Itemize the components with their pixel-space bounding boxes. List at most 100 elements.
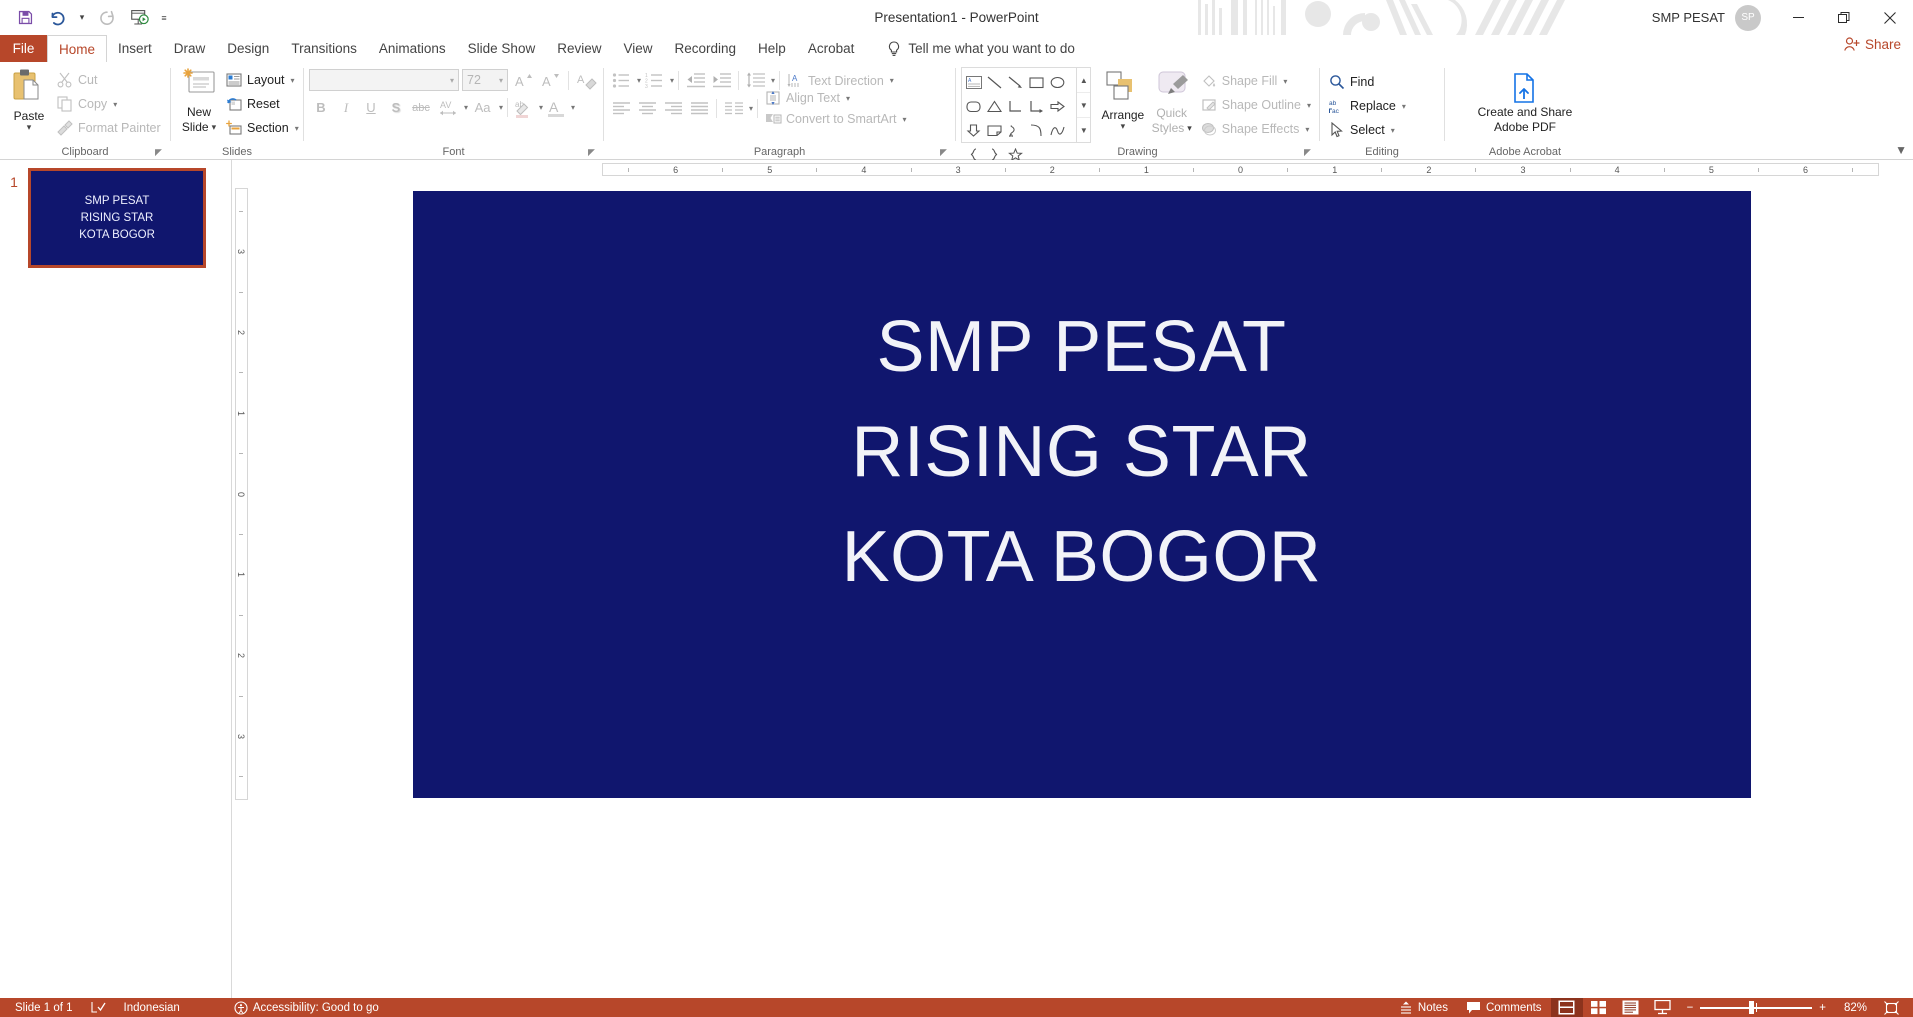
shape-fill-dropdown-icon[interactable]: ▾ <box>1283 77 1287 86</box>
undo-dropdown-icon[interactable]: ▾ <box>74 5 90 31</box>
text-highlight-color-button[interactable]: ab <box>512 96 536 119</box>
character-spacing-button[interactable]: AV <box>434 96 461 119</box>
normal-view-button[interactable] <box>1550 998 1583 1017</box>
shapes-scroll-up-icon[interactable]: ▲ <box>1077 68 1091 93</box>
slide-text-line-1[interactable]: SMP PESAT <box>877 295 1287 400</box>
tab-draw[interactable]: Draw <box>163 35 217 62</box>
shape-effects-button[interactable]: Shape Effects ▾ <box>1197 117 1314 141</box>
fit-to-window-button[interactable] <box>1875 998 1907 1017</box>
increase-font-size-button[interactable]: A <box>511 69 535 92</box>
shape-outline-button[interactable]: Shape Outline ▾ <box>1197 93 1314 117</box>
columns-dropdown-icon[interactable]: ▾ <box>749 104 753 113</box>
format-painter-button[interactable]: Format Painter <box>53 116 164 140</box>
replace-button[interactable]: ab ac Replace ▾ <box>1325 94 1409 118</box>
select-button[interactable]: Select ▾ <box>1325 118 1409 142</box>
bullets-button[interactable] <box>609 69 634 92</box>
shape-elbow-connector-icon[interactable] <box>1005 94 1026 118</box>
select-dropdown-icon[interactable]: ▾ <box>1391 126 1395 135</box>
font-name-dropdown-icon[interactable]: ▾ <box>450 76 454 85</box>
tab-file[interactable]: File <box>0 35 47 62</box>
change-case-dropdown-icon[interactable]: ▾ <box>499 103 503 112</box>
quick-styles-dropdown-icon[interactable]: ▾ <box>1187 124 1192 133</box>
tab-acrobat[interactable]: Acrobat <box>797 35 866 62</box>
slideshow-view-button[interactable] <box>1647 998 1679 1017</box>
tab-recording[interactable]: Recording <box>664 35 748 62</box>
shape-rectangle-icon[interactable] <box>1026 70 1047 94</box>
slide-canvas[interactable]: SMP PESAT RISING STAR KOTA BOGOR <box>412 191 1751 798</box>
numbering-dropdown-icon[interactable]: ▾ <box>670 76 674 85</box>
layout-button[interactable]: Layout ▾ <box>222 68 302 92</box>
decrease-font-size-button[interactable]: A <box>538 69 562 92</box>
close-button[interactable] <box>1867 0 1913 35</box>
shape-elbow-arrow-icon[interactable] <box>1026 94 1047 118</box>
shape-freeform-icon[interactable] <box>1047 118 1068 142</box>
restore-button[interactable] <box>1821 0 1867 35</box>
zoom-level[interactable]: 82% <box>1833 1002 1867 1014</box>
change-case-button[interactable]: Aa <box>469 96 496 119</box>
create-and-share-adobe-pdf-button[interactable]: Create and Share Adobe PDF <box>1450 70 1600 134</box>
share-button[interactable]: Share <box>1844 37 1901 52</box>
undo-button[interactable] <box>42 5 72 31</box>
clipboard-dialog-launcher[interactable]: ◤ <box>155 147 167 159</box>
bold-button[interactable]: B <box>309 96 333 119</box>
italic-button[interactable]: I <box>334 96 358 119</box>
zoom-in-button[interactable]: + <box>1819 1002 1826 1014</box>
align-text-dropdown-icon[interactable]: ▾ <box>846 94 850 103</box>
zoom-out-button[interactable]: − <box>1687 1002 1694 1014</box>
font-dialog-launcher[interactable]: ◤ <box>588 147 600 159</box>
shape-right-arrow-icon[interactable] <box>1047 94 1068 118</box>
text-direction-dropdown-icon[interactable]: ▾ <box>890 76 894 85</box>
new-slide-dropdown-icon[interactable]: ▾ <box>212 123 217 132</box>
shapes-more-icon[interactable]: ▼ <box>1077 118 1090 142</box>
shape-triangle-icon[interactable] <box>984 94 1005 118</box>
section-dropdown-icon[interactable]: ▾ <box>295 124 299 133</box>
find-button[interactable]: Find <box>1325 70 1409 94</box>
zoom-handle[interactable] <box>1749 1001 1755 1014</box>
replace-dropdown-icon[interactable]: ▾ <box>1402 102 1406 111</box>
minimize-button[interactable] <box>1775 0 1821 35</box>
notes-button[interactable]: Notes <box>1390 998 1457 1017</box>
numbering-button[interactable]: 123 <box>642 69 667 92</box>
language-status[interactable]: Indonesian <box>115 998 189 1017</box>
justify-button[interactable] <box>687 97 712 120</box>
font-size-dropdown-icon[interactable]: ▾ <box>499 76 503 85</box>
slide-count-status[interactable]: Slide 1 of 1 <box>6 998 82 1017</box>
tab-transitions[interactable]: Transitions <box>280 35 368 62</box>
spell-check-status[interactable] <box>82 998 115 1017</box>
shapes-scroll-down-icon[interactable]: ▼ <box>1077 93 1091 118</box>
arrange-dropdown-icon[interactable]: ▾ <box>1121 122 1126 131</box>
columns-button[interactable] <box>721 97 746 120</box>
character-spacing-dropdown-icon[interactable]: ▾ <box>464 103 468 112</box>
zoom-track[interactable] <box>1700 998 1813 1017</box>
align-right-button[interactable] <box>661 97 686 120</box>
font-color-button[interactable]: A <box>544 96 568 119</box>
quick-styles-button[interactable]: Quick Styles ▾ <box>1149 67 1195 135</box>
underline-button[interactable]: U <box>359 96 383 119</box>
comments-button[interactable]: Comments <box>1457 998 1551 1017</box>
copy-button[interactable]: Copy ▾ <box>53 92 164 116</box>
tab-slide-show[interactable]: Slide Show <box>457 35 547 62</box>
collapse-ribbon-button[interactable]: ▼ <box>1895 143 1907 157</box>
tab-review[interactable]: Review <box>546 35 612 62</box>
align-left-button[interactable] <box>609 97 634 120</box>
redo-button[interactable] <box>92 5 122 31</box>
tell-me-search[interactable]: Tell me what you want to do <box>865 35 1075 62</box>
strikethrough-button[interactable]: abc <box>409 96 433 119</box>
avatar[interactable]: SP <box>1735 4 1761 31</box>
shape-folded-corner-icon[interactable] <box>984 118 1005 142</box>
shape-curve-icon[interactable] <box>1026 118 1047 142</box>
drawing-dialog-launcher[interactable]: ◤ <box>1304 147 1316 159</box>
align-text-button[interactable]: Align Text ▾ <box>762 88 909 109</box>
cut-button[interactable]: Cut <box>53 68 164 92</box>
horizontal-ruler-track[interactable]: 6 5 4 3 2 1 0 1 2 3 4 5 6 <box>602 163 1879 176</box>
shapes-gallery[interactable]: A <box>961 67 1078 161</box>
text-shadow-button[interactable]: S <box>384 96 408 119</box>
customize-qat-icon[interactable]: ≡ <box>156 5 172 31</box>
align-center-button[interactable] <box>635 97 660 120</box>
arrange-button[interactable]: Arrange ▾ <box>1097 67 1149 131</box>
tab-animations[interactable]: Animations <box>368 35 457 62</box>
shape-outline-dropdown-icon[interactable]: ▾ <box>1307 101 1311 110</box>
tab-insert[interactable]: Insert <box>107 35 163 62</box>
shape-down-arrow-icon[interactable] <box>963 118 984 142</box>
section-button[interactable]: Section ▾ <box>222 116 302 140</box>
